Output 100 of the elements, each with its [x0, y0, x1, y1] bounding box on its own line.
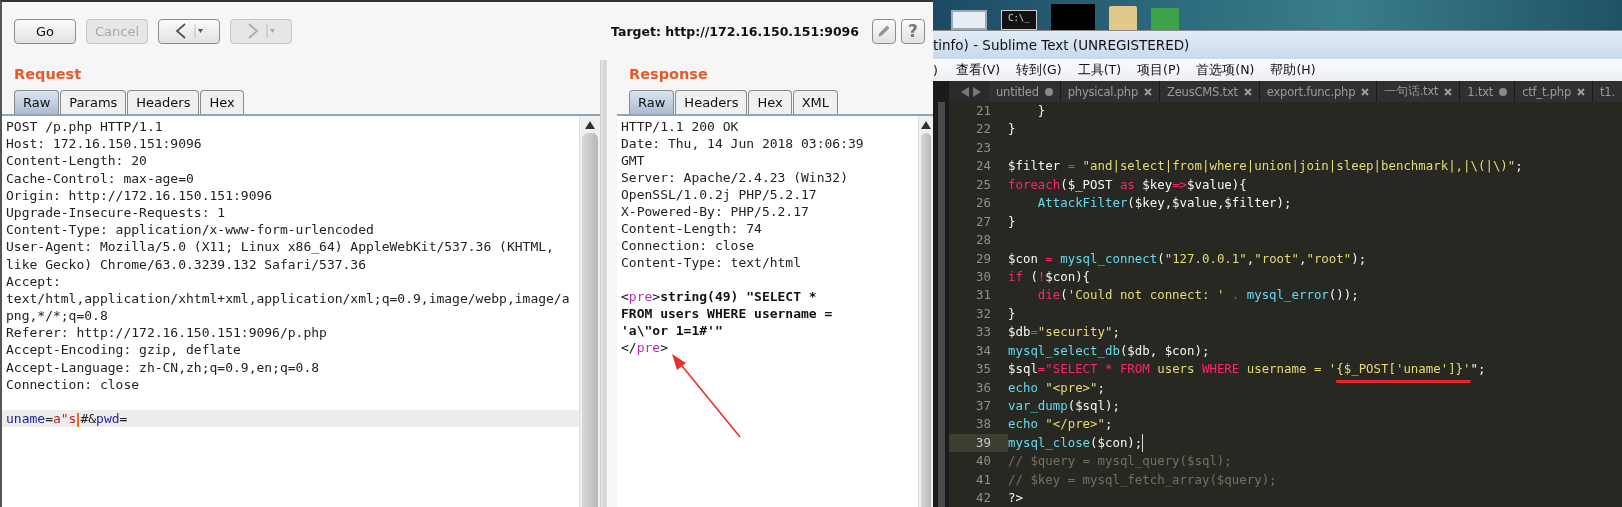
- code-line: var_dump($sql);: [1008, 397, 1120, 415]
- code-line: // $query = mysql_query($sql);: [1008, 452, 1232, 471]
- file-tab[interactable]: export.func.php: [1259, 81, 1378, 102]
- menu-item[interactable]: 转到(G): [1016, 61, 1062, 79]
- text-line: Content-Type: application/x-www-form-urlencoded: [6, 221, 375, 239]
- window-thumbnail-icon: [951, 10, 987, 30]
- text-line: GMT: [621, 152, 646, 169]
- folder-icon: [1108, 6, 1137, 30]
- file-tab[interactable]: ctf_t.php: [1515, 81, 1593, 102]
- tab[interactable]: Params: [60, 90, 127, 114]
- text-line: HTTP/1.1 200 OK: [621, 118, 740, 135]
- tab[interactable]: Raw: [629, 90, 675, 114]
- edit-target-button[interactable]: [872, 18, 896, 44]
- text-line: Date: Thu, 14 Jun 2018 03:06:39: [621, 135, 865, 152]
- line-number: 27: [975, 212, 992, 231]
- text-line: X-Powered-By: PHP/5.2.17: [621, 203, 810, 220]
- chevron-right-icon: [246, 22, 261, 40]
- text-line: Content-Length: 20: [6, 152, 148, 170]
- tab-label: untitled: [996, 84, 1039, 99]
- panel-title: Request: [13, 65, 83, 84]
- text-line: Cache-Control: max-age=0: [6, 169, 195, 187]
- file-tab[interactable]: physical.php: [1060, 81, 1161, 102]
- text-line: like Gecko) Chrome/63.0.3239.132 Safari/537.36: [6, 255, 368, 273]
- line-number: 24: [975, 157, 992, 176]
- file-tab[interactable]: untitled: [989, 81, 1061, 102]
- code-line: echo "</pre>";: [1008, 415, 1113, 434]
- line-number: 28: [975, 231, 992, 250]
- menu-item[interactable]: 查看(V): [955, 61, 1001, 79]
- tab[interactable]: Hex: [200, 90, 244, 114]
- window-title: tinfo) - Sublime Text (UNREGISTERED): [933, 37, 1190, 53]
- code-line: }: [1008, 120, 1016, 139]
- text-line: </pre>: [621, 339, 669, 357]
- help-button[interactable]: ?: [901, 18, 925, 44]
- text-line: User-Agent: Mozilla/5.0 (X11; Linux x86_64) AppleWebKit/537.36 (KHTML,: [6, 238, 555, 256]
- menu-item[interactable]: 帮助(H): [1270, 61, 1316, 79]
- code-line: mysql_close($con);: [1008, 433, 1144, 453]
- line-number: 36: [975, 378, 992, 397]
- scroll-left-icon: [961, 86, 969, 97]
- menu-item[interactable]: 首选项(N): [1196, 61, 1255, 79]
- code-line: die('Could not connect: ' . mysql_error());: [1036, 286, 1359, 305]
- menu-item[interactable]: ): [933, 62, 938, 78]
- line-number: 40: [975, 452, 992, 471]
- line-number: 26: [975, 194, 992, 213]
- tab[interactable]: Hex: [748, 90, 792, 114]
- text-line: <pre>string(49) "SELECT *: [621, 288, 818, 306]
- line-number: 31: [975, 286, 992, 305]
- text-line: Server: Apache/2.4.23 (Win32): [621, 169, 849, 186]
- tab-label: 一句话.txt: [1384, 84, 1439, 99]
- tab[interactable]: Headers: [127, 90, 200, 114]
- text-line: Accept:: [6, 272, 62, 290]
- up-arrow-icon: [921, 121, 931, 129]
- line-number: 25: [975, 175, 992, 194]
- file-tab[interactable]: 一句话.txt: [1377, 81, 1461, 102]
- file-tab[interactable]: t1.: [1593, 81, 1622, 102]
- text-line: FROM users WHERE username =: [621, 305, 834, 323]
- text-line: Content-Type: text/html: [621, 254, 802, 271]
- code-line: $filter = "and|select|from|where|union|join|sleep|benchmark|,|\(|\)";: [1008, 157, 1523, 176]
- scrollbar-thumb[interactable]: [921, 133, 931, 507]
- text-line: text/html,application/xhtml+xml,application/xml;q=0.9,image/webp,image/a: [6, 289, 571, 308]
- code-line: ?>: [1008, 489, 1023, 507]
- text-line: Accept-Encoding: gzip, deflate: [6, 341, 242, 359]
- line-number: 42: [975, 489, 992, 507]
- scrollbar-thumb[interactable]: [582, 133, 598, 507]
- text-line: Host: 172.16.150.151:9096: [6, 135, 203, 153]
- toolbar-button[interactable]: Go: [14, 18, 76, 44]
- tab-label: ZeusCMS.txt: [1167, 84, 1238, 99]
- code-line: foreach($_POST as $key=>$value){: [1008, 175, 1247, 194]
- app-icon: [1150, 8, 1179, 30]
- line-number: 39: [949, 433, 1008, 453]
- text-line: 'a\"or 1=1#'": [621, 322, 724, 340]
- tab[interactable]: Raw: [14, 90, 60, 114]
- code-line: }: [1008, 212, 1016, 231]
- back-button[interactable]: [158, 18, 221, 44]
- text-line: Upgrade-Insecure-Requests: 1: [6, 203, 227, 222]
- tab[interactable]: XML: [792, 90, 839, 114]
- line-number: 22: [975, 120, 992, 139]
- code-line: }: [1036, 102, 1046, 120]
- line-number: 33: [975, 323, 992, 342]
- menu-item[interactable]: 项目(P): [1137, 61, 1181, 79]
- text-line: Connection: close: [621, 237, 756, 254]
- code-line: if (!$con){: [1008, 267, 1091, 286]
- line-number: 34: [975, 341, 992, 360]
- file-tab[interactable]: ZeusCMS.txt: [1160, 81, 1260, 102]
- line-number: 37: [975, 397, 992, 415]
- code-line: $sql="SELECT * FROM users WHERE username = '{$_POST['uname']}'";: [1008, 360, 1486, 379]
- menu-item[interactable]: 工具(T): [1077, 61, 1122, 79]
- line-number: 29: [975, 249, 992, 268]
- text-line: OpenSSL/1.0.2j PHP/5.2.17: [621, 186, 818, 203]
- text-cursor: [77, 412, 80, 427]
- pencil-icon: [877, 24, 891, 38]
- window-thumbnail-icon: [1050, 4, 1095, 30]
- code-line: mysql_select_db($db, $con);: [1008, 341, 1210, 360]
- dropdown-caret-icon: [194, 24, 205, 38]
- tab[interactable]: Headers: [675, 90, 748, 114]
- dropdown-caret-icon: [266, 24, 277, 38]
- code-line: }: [1008, 304, 1016, 323]
- line-number: 23: [975, 138, 992, 157]
- code-line: // $key = mysql_fetch_array($query);: [1008, 470, 1277, 489]
- text-line: Origin: http://172.16.150.151:9096: [6, 186, 274, 204]
- file-tab[interactable]: 1.txt: [1460, 81, 1516, 102]
